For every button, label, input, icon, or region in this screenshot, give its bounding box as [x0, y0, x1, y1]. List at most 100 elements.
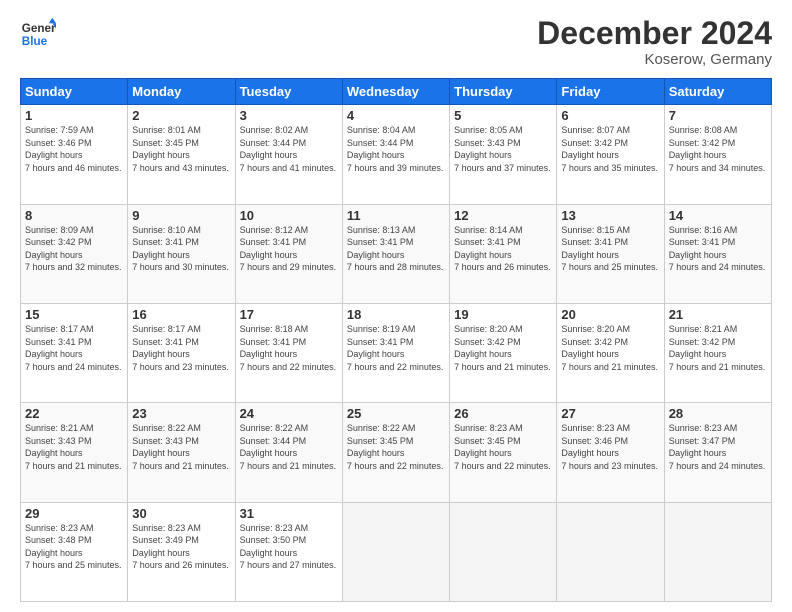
- cell-info: Sunrise: 8:01 AM Sunset: 3:45 PM Dayligh…: [132, 124, 230, 174]
- cell-info: Sunrise: 8:23 AM Sunset: 3:46 PM Dayligh…: [561, 422, 659, 472]
- day-number: 10: [240, 208, 338, 223]
- cell-info: Sunrise: 8:19 AM Sunset: 3:41 PM Dayligh…: [347, 323, 445, 373]
- svg-text:General: General: [22, 22, 56, 35]
- day-number: 5: [454, 108, 552, 123]
- calendar-cell: 29 Sunrise: 8:23 AM Sunset: 3:48 PM Dayl…: [21, 502, 128, 601]
- calendar-cell: 14 Sunrise: 8:16 AM Sunset: 3:41 PM Dayl…: [664, 204, 771, 303]
- col-monday: Monday: [128, 79, 235, 105]
- day-number: 24: [240, 406, 338, 421]
- calendar-week-2: 8 Sunrise: 8:09 AM Sunset: 3:42 PM Dayli…: [21, 204, 772, 303]
- cell-info: Sunrise: 8:20 AM Sunset: 3:42 PM Dayligh…: [454, 323, 552, 373]
- calendar-cell: 12 Sunrise: 8:14 AM Sunset: 3:41 PM Dayl…: [450, 204, 557, 303]
- day-number: 14: [669, 208, 767, 223]
- cell-info: Sunrise: 8:14 AM Sunset: 3:41 PM Dayligh…: [454, 224, 552, 274]
- cell-info: Sunrise: 8:22 AM Sunset: 3:45 PM Dayligh…: [347, 422, 445, 472]
- cell-info: Sunrise: 7:59 AM Sunset: 3:46 PM Dayligh…: [25, 124, 123, 174]
- calendar-cell: [450, 502, 557, 601]
- calendar-cell: 23 Sunrise: 8:22 AM Sunset: 3:43 PM Dayl…: [128, 403, 235, 502]
- col-thursday: Thursday: [450, 79, 557, 105]
- day-number: 19: [454, 307, 552, 322]
- day-number: 13: [561, 208, 659, 223]
- day-number: 7: [669, 108, 767, 123]
- calendar-cell: 15 Sunrise: 8:17 AM Sunset: 3:41 PM Dayl…: [21, 303, 128, 402]
- subtitle: Koserow, Germany: [537, 51, 772, 68]
- main-title: December 2024: [537, 16, 772, 51]
- cell-info: Sunrise: 8:17 AM Sunset: 3:41 PM Dayligh…: [25, 323, 123, 373]
- day-number: 27: [561, 406, 659, 421]
- cell-info: Sunrise: 8:02 AM Sunset: 3:44 PM Dayligh…: [240, 124, 338, 174]
- cell-info: Sunrise: 8:12 AM Sunset: 3:41 PM Dayligh…: [240, 224, 338, 274]
- day-number: 6: [561, 108, 659, 123]
- day-number: 30: [132, 506, 230, 521]
- calendar-cell: [342, 502, 449, 601]
- calendar-cell: 17 Sunrise: 8:18 AM Sunset: 3:41 PM Dayl…: [235, 303, 342, 402]
- calendar-cell: 16 Sunrise: 8:17 AM Sunset: 3:41 PM Dayl…: [128, 303, 235, 402]
- calendar-cell: 6 Sunrise: 8:07 AM Sunset: 3:42 PM Dayli…: [557, 105, 664, 204]
- col-sunday: Sunday: [21, 79, 128, 105]
- page: General Blue December 2024 Koserow, Germ…: [0, 0, 792, 612]
- calendar-cell: 8 Sunrise: 8:09 AM Sunset: 3:42 PM Dayli…: [21, 204, 128, 303]
- day-number: 18: [347, 307, 445, 322]
- day-number: 28: [669, 406, 767, 421]
- day-number: 9: [132, 208, 230, 223]
- calendar-cell: 11 Sunrise: 8:13 AM Sunset: 3:41 PM Dayl…: [342, 204, 449, 303]
- calendar-cell: 21 Sunrise: 8:21 AM Sunset: 3:42 PM Dayl…: [664, 303, 771, 402]
- cell-info: Sunrise: 8:23 AM Sunset: 3:45 PM Dayligh…: [454, 422, 552, 472]
- col-friday: Friday: [557, 79, 664, 105]
- calendar-cell: 18 Sunrise: 8:19 AM Sunset: 3:41 PM Dayl…: [342, 303, 449, 402]
- day-number: 4: [347, 108, 445, 123]
- calendar-cell: 4 Sunrise: 8:04 AM Sunset: 3:44 PM Dayli…: [342, 105, 449, 204]
- cell-info: Sunrise: 8:16 AM Sunset: 3:41 PM Dayligh…: [669, 224, 767, 274]
- calendar-cell: 7 Sunrise: 8:08 AM Sunset: 3:42 PM Dayli…: [664, 105, 771, 204]
- calendar-week-1: 1 Sunrise: 7:59 AM Sunset: 3:46 PM Dayli…: [21, 105, 772, 204]
- cell-info: Sunrise: 8:17 AM Sunset: 3:41 PM Dayligh…: [132, 323, 230, 373]
- day-number: 15: [25, 307, 123, 322]
- calendar-cell: 1 Sunrise: 7:59 AM Sunset: 3:46 PM Dayli…: [21, 105, 128, 204]
- cell-info: Sunrise: 8:20 AM Sunset: 3:42 PM Dayligh…: [561, 323, 659, 373]
- calendar-cell: 2 Sunrise: 8:01 AM Sunset: 3:45 PM Dayli…: [128, 105, 235, 204]
- calendar-cell: 10 Sunrise: 8:12 AM Sunset: 3:41 PM Dayl…: [235, 204, 342, 303]
- cell-info: Sunrise: 8:15 AM Sunset: 3:41 PM Dayligh…: [561, 224, 659, 274]
- day-number: 25: [347, 406, 445, 421]
- calendar-cell: 20 Sunrise: 8:20 AM Sunset: 3:42 PM Dayl…: [557, 303, 664, 402]
- calendar-cell: 31 Sunrise: 8:23 AM Sunset: 3:50 PM Dayl…: [235, 502, 342, 601]
- day-number: 23: [132, 406, 230, 421]
- calendar-cell: 30 Sunrise: 8:23 AM Sunset: 3:49 PM Dayl…: [128, 502, 235, 601]
- calendar-cell: 13 Sunrise: 8:15 AM Sunset: 3:41 PM Dayl…: [557, 204, 664, 303]
- cell-info: Sunrise: 8:21 AM Sunset: 3:42 PM Dayligh…: [669, 323, 767, 373]
- calendar-header-row: Sunday Monday Tuesday Wednesday Thursday…: [21, 79, 772, 105]
- day-number: 8: [25, 208, 123, 223]
- calendar-cell: [557, 502, 664, 601]
- cell-info: Sunrise: 8:10 AM Sunset: 3:41 PM Dayligh…: [132, 224, 230, 274]
- col-tuesday: Tuesday: [235, 79, 342, 105]
- logo: General Blue: [20, 16, 56, 52]
- day-number: 17: [240, 307, 338, 322]
- col-saturday: Saturday: [664, 79, 771, 105]
- day-number: 3: [240, 108, 338, 123]
- cell-info: Sunrise: 8:08 AM Sunset: 3:42 PM Dayligh…: [669, 124, 767, 174]
- cell-info: Sunrise: 8:05 AM Sunset: 3:43 PM Dayligh…: [454, 124, 552, 174]
- cell-info: Sunrise: 8:07 AM Sunset: 3:42 PM Dayligh…: [561, 124, 659, 174]
- cell-info: Sunrise: 8:04 AM Sunset: 3:44 PM Dayligh…: [347, 124, 445, 174]
- day-number: 26: [454, 406, 552, 421]
- day-number: 20: [561, 307, 659, 322]
- cell-info: Sunrise: 8:18 AM Sunset: 3:41 PM Dayligh…: [240, 323, 338, 373]
- day-number: 21: [669, 307, 767, 322]
- cell-info: Sunrise: 8:23 AM Sunset: 3:48 PM Dayligh…: [25, 522, 123, 572]
- calendar-week-5: 29 Sunrise: 8:23 AM Sunset: 3:48 PM Dayl…: [21, 502, 772, 601]
- calendar-cell: [664, 502, 771, 601]
- cell-info: Sunrise: 8:22 AM Sunset: 3:44 PM Dayligh…: [240, 422, 338, 472]
- calendar-cell: 3 Sunrise: 8:02 AM Sunset: 3:44 PM Dayli…: [235, 105, 342, 204]
- cell-info: Sunrise: 8:23 AM Sunset: 3:49 PM Dayligh…: [132, 522, 230, 572]
- calendar-cell: 22 Sunrise: 8:21 AM Sunset: 3:43 PM Dayl…: [21, 403, 128, 502]
- calendar-cell: 25 Sunrise: 8:22 AM Sunset: 3:45 PM Dayl…: [342, 403, 449, 502]
- calendar-table: Sunday Monday Tuesday Wednesday Thursday…: [20, 78, 772, 602]
- calendar-cell: 5 Sunrise: 8:05 AM Sunset: 3:43 PM Dayli…: [450, 105, 557, 204]
- title-block: December 2024 Koserow, Germany: [537, 16, 772, 68]
- logo-icon: General Blue: [20, 16, 56, 52]
- calendar-week-4: 22 Sunrise: 8:21 AM Sunset: 3:43 PM Dayl…: [21, 403, 772, 502]
- cell-info: Sunrise: 8:09 AM Sunset: 3:42 PM Dayligh…: [25, 224, 123, 274]
- calendar-cell: 28 Sunrise: 8:23 AM Sunset: 3:47 PM Dayl…: [664, 403, 771, 502]
- day-number: 16: [132, 307, 230, 322]
- header: General Blue December 2024 Koserow, Germ…: [20, 16, 772, 68]
